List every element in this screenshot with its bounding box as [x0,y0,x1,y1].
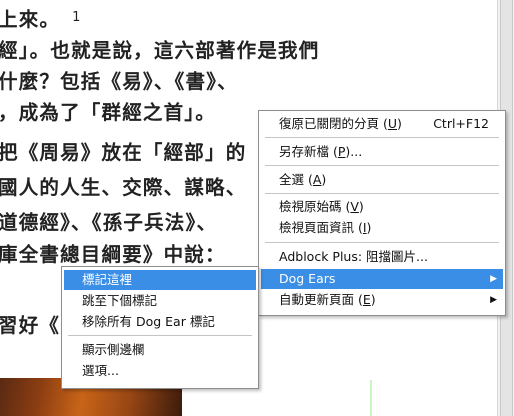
menu-item-save-as[interactable]: 另存新檔 (P)... [261,142,503,162]
text-line-7: 道德經》、《孫子兵法》、 [0,211,218,234]
menu-item-dog-ears[interactable]: Dog Ears ▶ [261,269,503,289]
menu-separator [68,335,252,336]
submenu-item-options[interactable]: 選項... [64,361,256,381]
text-line-8: 庫全書總目綱要》中說： [0,243,226,266]
text-line-5: 把《周易》放在「經部」的 [0,141,247,164]
dog-ears-submenu: 標記這裡 跳至下個標記 移除所有 Dog Ear 標記 顯示側邊欄 選項... [61,266,259,389]
text-line-1-text: 上來。 [0,8,61,31]
menu-item-undo-close-tab[interactable]: 復原已關閉的分頁 (U) Ctrl+F12 [261,114,503,134]
text-line-3: 什麼？包括《易》、《書》、 [0,70,238,93]
text-line-6: 國人的人生、交際、謀略、 [0,176,247,199]
menu-item-page-info[interactable]: 檢視頁面資訊 (I) [261,218,503,238]
text-line-1: 上來。 1 [0,3,82,32]
footnote-marker[interactable]: 1 [72,10,81,25]
context-menu: 復原已關閉的分頁 (U) Ctrl+F12 另存新檔 (P)... 全選 (A) … [258,110,506,316]
submenu-item-jump-next[interactable]: 跳至下個標記 [64,291,256,311]
menu-separator [265,242,499,243]
menu-item-auto-reload[interactable]: 自動更新頁面 (E) ▶ [261,290,503,310]
shortcut-label: Ctrl+F12 [433,116,489,131]
menu-separator [265,165,499,166]
text-line-4: ，成為了「群經之首」。 [0,101,216,124]
submenu-item-remove-all[interactable]: 移除所有 Dog Ear 標記 [64,312,256,332]
submenu-item-mark-here[interactable]: 標記這裡 [64,270,256,290]
text-line-2: 經」。也就是說，這六部著作是我們 [0,39,320,62]
submenu-arrow-icon: ▶ [490,274,497,284]
menu-separator [265,193,499,194]
submenu-item-show-sidebar[interactable]: 顯示側邊欄 [64,340,256,360]
menu-separator [265,137,499,138]
menu-item-view-source[interactable]: 檢視原始碼 (V) [261,197,503,217]
menu-item-select-all[interactable]: 全選 (A) [261,170,503,190]
menu-item-adblock-block-image[interactable]: Adblock Plus: 阻擋圖片... [261,247,503,267]
submenu-arrow-icon: ▶ [490,295,497,305]
guide-line [370,380,372,416]
text-line-10: 習好《 [0,314,61,337]
